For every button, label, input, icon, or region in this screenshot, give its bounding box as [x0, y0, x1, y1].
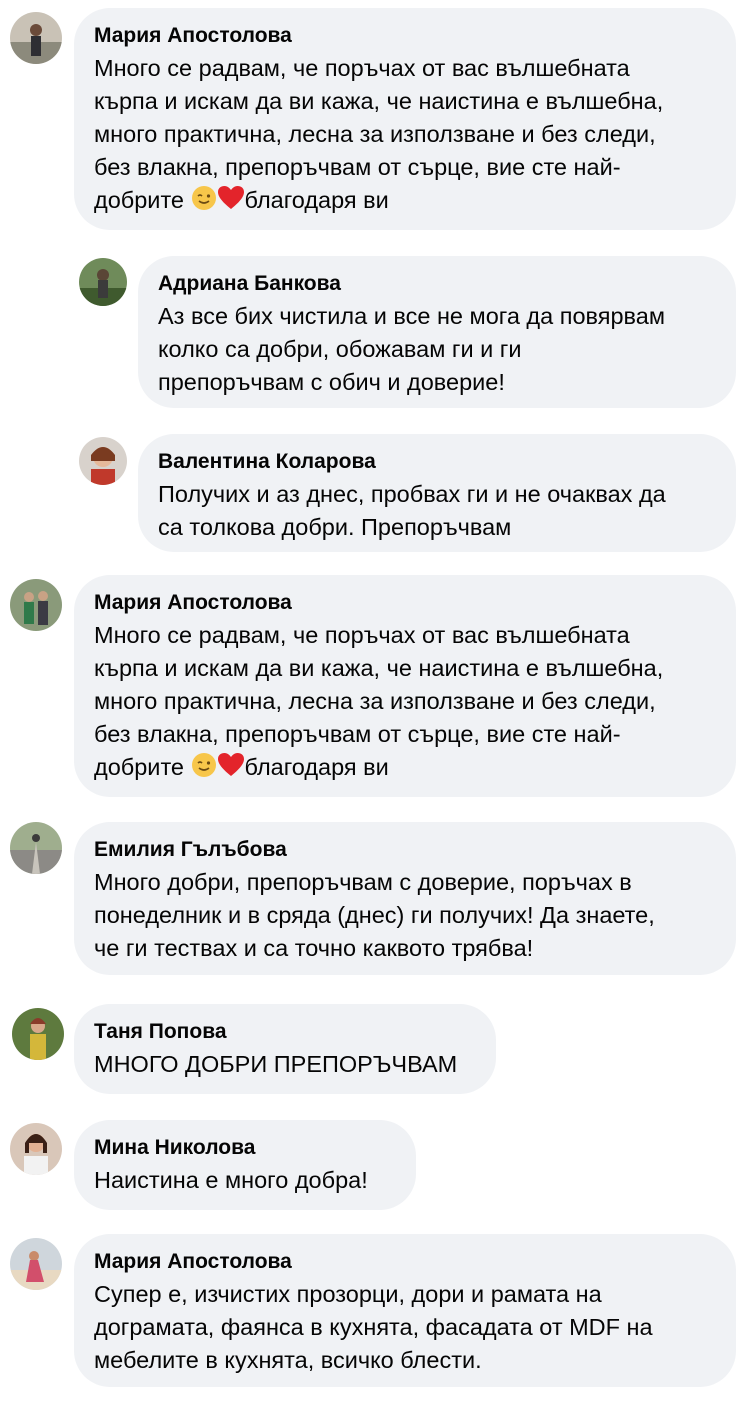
avatar[interactable]	[79, 258, 127, 306]
comment-bubble: Мина Николова Наистина е много добра!	[74, 1120, 416, 1210]
winking-face-icon	[191, 752, 217, 787]
avatar[interactable]	[10, 1238, 62, 1290]
comment-line: Супер е, изчистих прозорци, дори и рамат…	[94, 1281, 602, 1307]
comment-line: Наистина е много добра!	[94, 1167, 368, 1193]
avatar[interactable]	[10, 822, 62, 874]
comment-bubble: Адриана Банкова Аз все бих чистила и все…	[138, 256, 736, 408]
comment-line: МНОГО ДОБРИ ПРЕПОРЪЧВАМ	[94, 1051, 458, 1077]
comment-line: Много се радвам, че поръчах от вас вълше…	[94, 622, 630, 648]
author-name[interactable]: Емилия Гълъбова	[94, 836, 716, 864]
author-name[interactable]: Мария Апостолова	[94, 22, 716, 50]
comment-bubble: Таня Попова МНОГО ДОБРИ ПРЕПОРЪЧВАМ	[74, 1004, 496, 1094]
avatar-photo-icon	[79, 258, 127, 306]
comment-text: МНОГО ДОБРИ ПРЕПОРЪЧВАМ	[94, 1048, 476, 1081]
avatar-photo-icon	[10, 12, 62, 64]
red-heart-icon	[217, 752, 245, 787]
author-name[interactable]: Таня Попова	[94, 1018, 476, 1046]
comment-text: Супер е, изчистих прозорци, дори и рамат…	[94, 1278, 716, 1377]
comment-text-fragment: добрите	[94, 187, 191, 213]
comment-text: Много добри, препоръчвам с доверие, поръ…	[94, 866, 716, 965]
comment-text: Много се радвам, че поръчах от вас вълше…	[94, 52, 716, 220]
avatar-photo-icon	[10, 579, 62, 631]
avatar[interactable]	[79, 437, 127, 485]
comment-text: Получих и аз днес, пробвах ги и не очакв…	[158, 478, 716, 544]
comment-line: че ги тествах и са точно каквото трябва!	[94, 935, 534, 961]
author-name[interactable]: Мина Николова	[94, 1134, 396, 1162]
comment-line: добрите благодаря ви	[94, 751, 716, 787]
author-name[interactable]: Мария Апостолова	[94, 1248, 716, 1276]
comment-line: Много се радвам, че поръчах от вас вълше…	[94, 55, 630, 81]
avatar-photo-icon	[79, 437, 127, 485]
comment-line: понеделник и в сряда (днес) ги получих! …	[94, 902, 655, 928]
comment-text: Много се радвам, че поръчах от вас вълше…	[94, 619, 716, 787]
avatar[interactable]	[10, 1123, 62, 1175]
avatar-photo-icon	[12, 1008, 64, 1060]
comment-line: кърпа и искам да ви кажа, че наистина е …	[94, 655, 664, 681]
comment-line: Аз все бих чистила и все не мога да повя…	[158, 303, 665, 329]
avatar-photo-icon	[10, 1123, 62, 1175]
comment-line: кърпа и искам да ви кажа, че наистина е …	[94, 88, 664, 114]
comment-text: Аз все бих чистила и все не мога да повя…	[158, 300, 716, 399]
author-name[interactable]: Адриана Банкова	[158, 270, 716, 298]
avatar[interactable]	[10, 12, 62, 64]
comment-line: добрите благодаря ви	[94, 184, 716, 220]
comment-bubble: Мария Апостолова Супер е, изчистих прозо…	[74, 1234, 736, 1387]
comment-line: без влакна, препоръчвам от сърце, вие ст…	[94, 154, 621, 180]
comment-line: Много добри, препоръчвам с доверие, поръ…	[94, 869, 632, 895]
comment-text-fragment: благодаря ви	[244, 187, 389, 213]
author-name[interactable]: Валентина Коларова	[158, 448, 716, 476]
red-heart-icon	[217, 185, 245, 220]
comment-bubble: Мария Апостолова Много се радвам, че пор…	[74, 8, 736, 230]
author-name[interactable]: Мария Апостолова	[94, 589, 716, 617]
avatar-photo-icon	[10, 822, 62, 874]
comment-bubble: Мария Апостолова Много се радвам, че пор…	[74, 575, 736, 797]
avatar[interactable]	[10, 579, 62, 631]
comment-bubble: Емилия Гълъбова Много добри, препоръчвам…	[74, 822, 736, 975]
comment-text-fragment: добрите	[94, 754, 191, 780]
comment-line: препоръчвам с обич и доверие!	[158, 369, 505, 395]
comment-line: колко са добри, обожавам ги и ги	[158, 336, 522, 362]
comment-text: Наистина е много добра!	[94, 1164, 396, 1197]
comment-line: дограмата, фаянса в кухнята, фасадата от…	[94, 1314, 653, 1340]
avatar-photo-icon	[10, 1238, 62, 1290]
comment-line: са толкова добри. Препоръчвам	[158, 514, 512, 540]
comment-line: много практична, лесна за използване и б…	[94, 688, 656, 714]
winking-face-icon	[191, 185, 217, 220]
comment-line: Получих и аз днес, пробвах ги и не очакв…	[158, 481, 666, 507]
comment-line: мебелите в кухнята, всичко блести.	[94, 1347, 482, 1373]
comment-bubble: Валентина Коларова Получих и аз днес, пр…	[138, 434, 736, 552]
comment-line: много практична, лесна за използване и б…	[94, 121, 656, 147]
avatar[interactable]	[12, 1008, 64, 1060]
comment-text-fragment: благодаря ви	[244, 754, 389, 780]
comment-line: без влакна, препоръчвам от сърце, вие ст…	[94, 721, 621, 747]
